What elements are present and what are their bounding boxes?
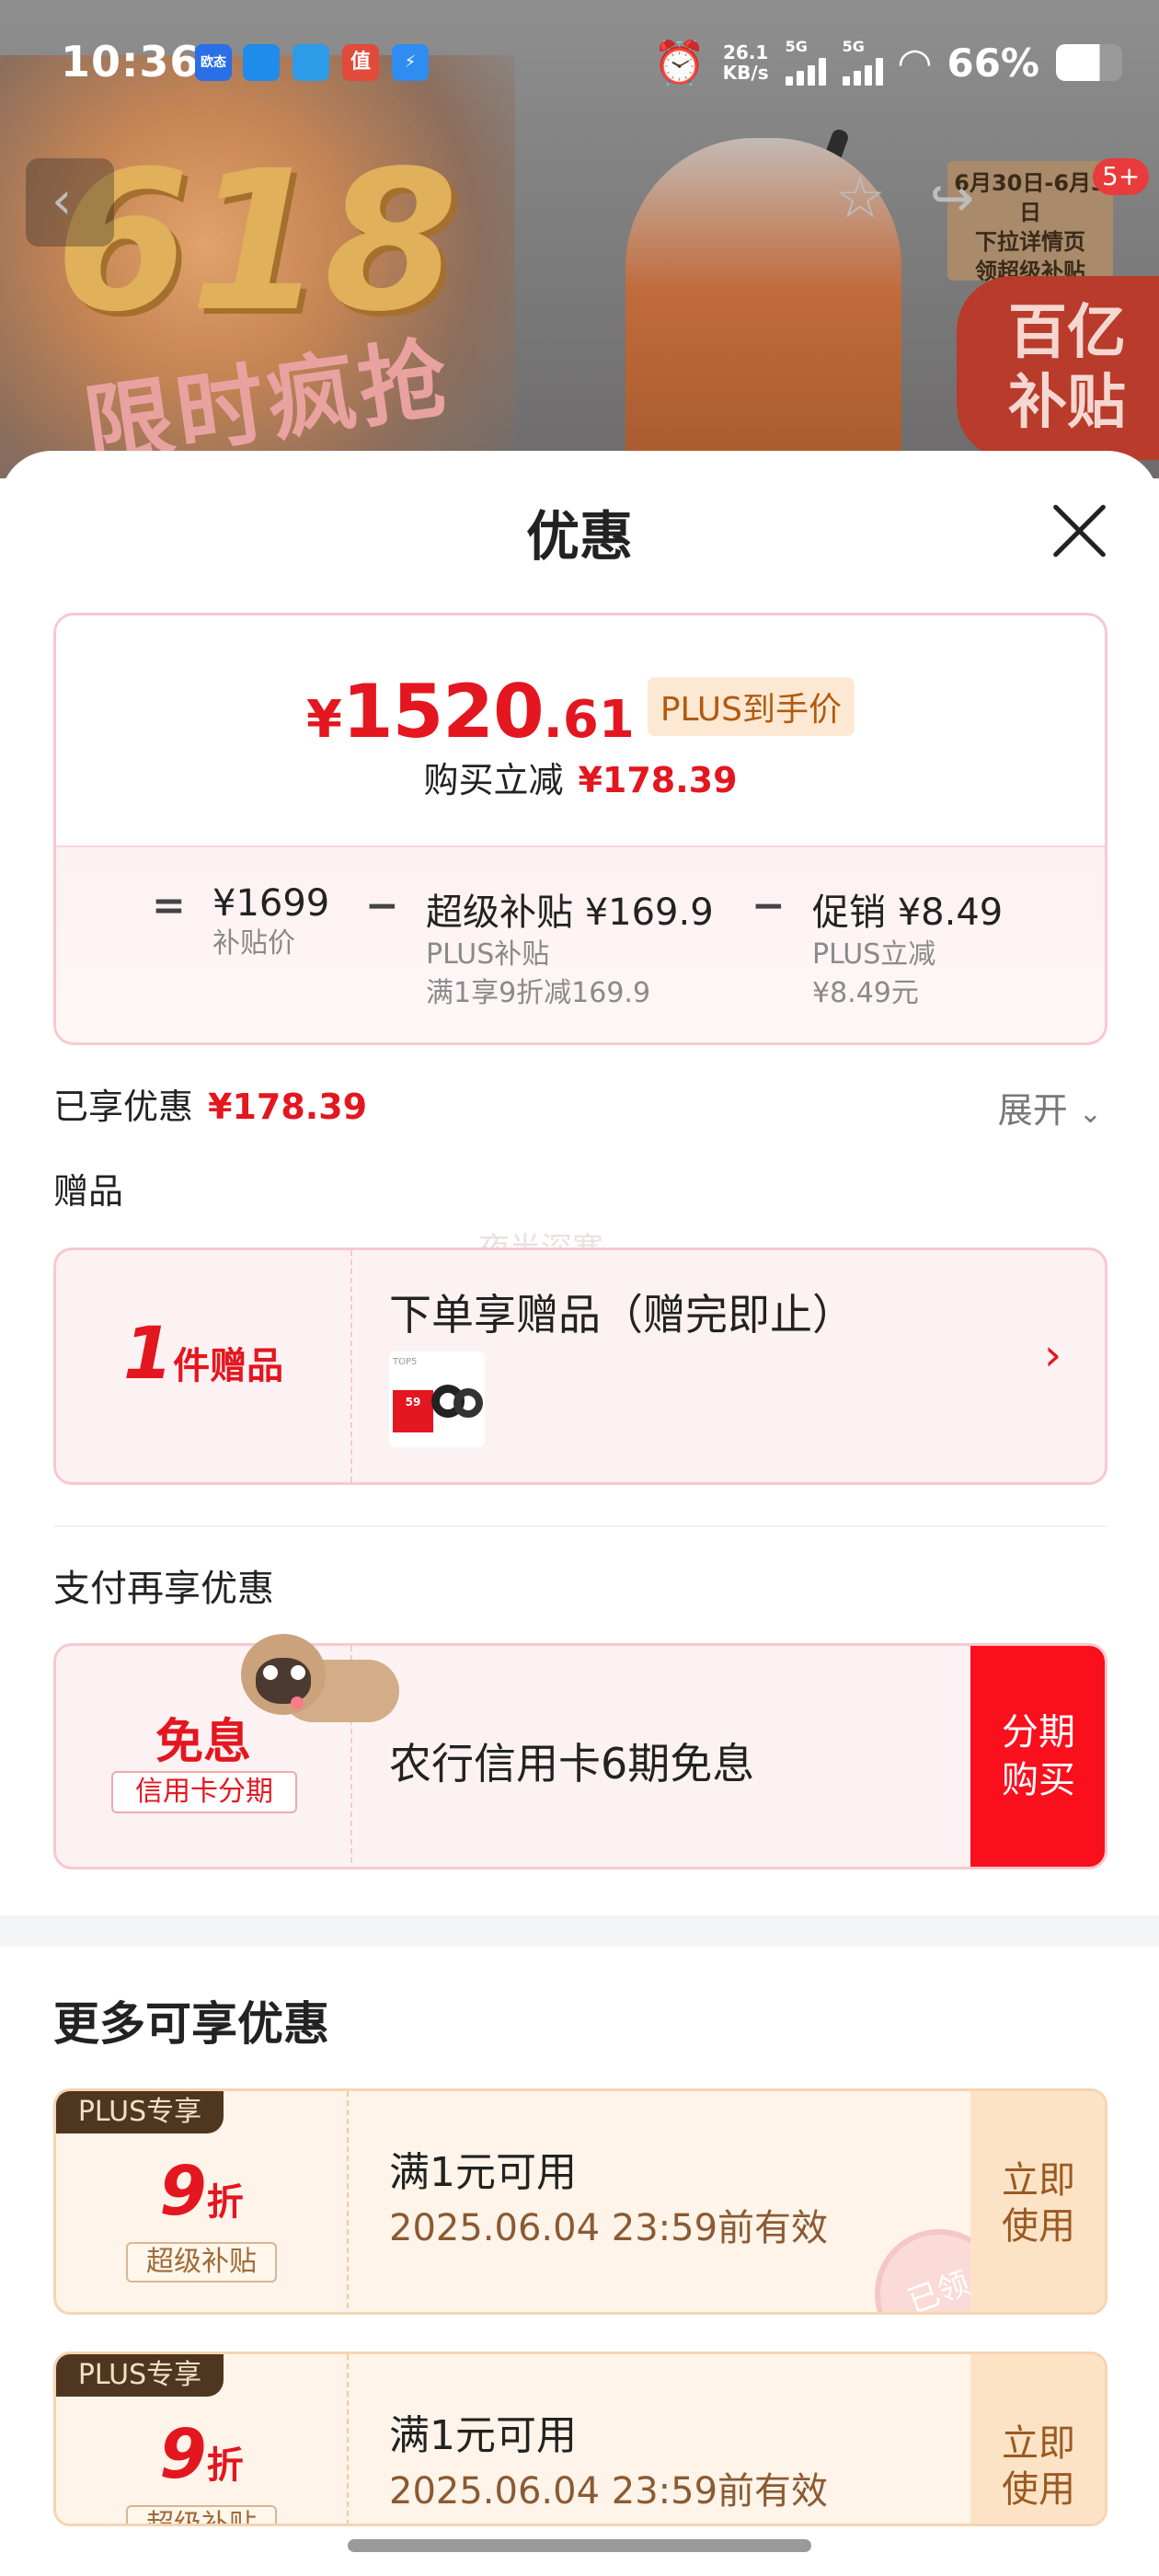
back-button[interactable]: ‹ [26, 158, 114, 247]
pull-line1: 下拉详情页 [975, 229, 1085, 255]
signal-2: 5G [842, 40, 883, 86]
installment-card[interactable]: 免息 信用卡分期 农行信用卡6期免息 分期 购买 [53, 1643, 1107, 1869]
signal-1: 5G [785, 40, 826, 86]
pug-mascot-icon [235, 1634, 410, 1735]
chevron-left-icon: ‹ [52, 171, 73, 231]
equals-sign: = [152, 882, 186, 929]
coupon-type-chip: 超级补贴 [126, 2505, 277, 2524]
minus-sign: − [752, 882, 786, 929]
gift-section-label: 赠品 [53, 1171, 124, 1212]
more-discounts-title: 更多可享优惠 [53, 1997, 329, 2051]
message-count-badge: 5+ [1093, 158, 1150, 195]
status-right: ⏰ 26.1 KB/s 5G 5G ◠ 66% [653, 37, 1122, 88]
coupon-discount: 9折 [159, 2415, 244, 2494]
app-notify-icon [243, 44, 280, 81]
home-indicator[interactable] [348, 2539, 811, 2552]
breakdown-item: 超级补贴 ¥169.9 PLUS补贴 满1享9折减169.9 [426, 891, 714, 1009]
app-notify-icon [293, 44, 329, 81]
app-notify-icon: 值 [342, 44, 379, 81]
gift-card[interactable]: 1件赠品 下单享赠品（赠完即止） TOP5 59 › [53, 1248, 1107, 1485]
battery-percent: 66% [947, 40, 1039, 86]
coupon-type-chip: 超级补贴 [126, 2242, 277, 2283]
gift-thumbnail: TOP5 59 [389, 1351, 485, 1447]
section-gap [0, 1915, 1159, 1947]
clock: 10:36 [61, 37, 201, 86]
chevron-right-icon: › [1044, 1329, 1062, 1381]
reduce-line: 购买立减 ¥178.39 [423, 760, 738, 800]
wifi-icon: ◠ [899, 39, 931, 86]
coupon-discount: 9折 [159, 2152, 244, 2231]
final-price: ¥1520.61 PLUS到手价 [56, 669, 1105, 754]
plus-exclusive-tag: PLUS专享 [56, 2354, 224, 2397]
coupon-card: PLUS专享 9折 超级补贴 满1元可用 2025.06.04 23:59前有效… [53, 2088, 1107, 2315]
use-now-button[interactable]: 立即 使用 [970, 2091, 1105, 2312]
installment-buy-button[interactable]: 分期 购买 [970, 1646, 1105, 1867]
coupon-expiry: 2025.06.04 23:59前有效 [389, 2207, 829, 2249]
plus-price-tag: PLUS到手价 [647, 677, 855, 736]
status-bar: 10:36 欧态 值 ⚡ ⏰ 26.1 KB/s 5G 5G ◠ 66% [0, 0, 1159, 120]
app-notify-icon: 欧态 [195, 44, 232, 81]
sheet-title: 优惠 [525, 505, 633, 568]
pay-section-label: 支付再享优惠 [53, 1568, 274, 1610]
breakdown-item: 促销 ¥8.49 PLUS立减 ¥8.49元 [812, 891, 1004, 1009]
lightning-icon: ⚡ [392, 44, 429, 81]
badge-line1: 百亿 [1008, 299, 1126, 367]
credit-card-tag: 信用卡分期 [111, 1771, 297, 1813]
coupon-condition: 满1元可用 [389, 2149, 577, 2196]
divider [53, 1525, 1107, 1527]
price-summary-card: ¥1520.61 PLUS到手价 购买立减 ¥178.39 = ¥1699 补贴价 … [53, 613, 1107, 1045]
chevron-down-icon: ⌄ [1078, 1098, 1102, 1130]
enjoyed-discount: 已享优惠 ¥178.39 [53, 1087, 368, 1127]
installment-title: 农行信用卡6期免息 [389, 1739, 755, 1788]
signal-bars-icon [842, 54, 883, 86]
battery-icon [1056, 44, 1122, 81]
use-now-button[interactable]: 立即 使用 [970, 2354, 1105, 2524]
coupon-condition: 满1元可用 [389, 2412, 577, 2459]
favorite-star-icon[interactable]: ☆ [828, 166, 892, 230]
subsidy-badge: 百亿 补贴 [957, 276, 1159, 460]
close-icon[interactable] [1047, 499, 1111, 563]
plus-exclusive-tag: PLUS专享 [56, 2091, 224, 2133]
breakdown-item: ¥1699 补贴价 [212, 882, 330, 960]
gift-title: 下单享赠品（赠完即止） [389, 1290, 855, 1340]
coupon-expiry: 2025.06.04 23:59前有效 [389, 2470, 829, 2513]
share-icon[interactable]: ↪ [920, 166, 984, 230]
minus-sign: − [365, 882, 399, 929]
net-speed: 26.1 KB/s [722, 41, 769, 84]
expand-toggle[interactable]: 展开 ⌄ [998, 1082, 1102, 1133]
signal-bars-icon [785, 54, 826, 86]
coupon-card: PLUS专享 9折 超级补贴 满1元可用 2025.06.04 23:59前有效… [53, 2352, 1107, 2526]
gift-count: 1件赠品 [122, 1313, 284, 1396]
alarm-icon: ⏰ [653, 37, 706, 87]
badge-line2: 补贴 [1008, 369, 1126, 437]
